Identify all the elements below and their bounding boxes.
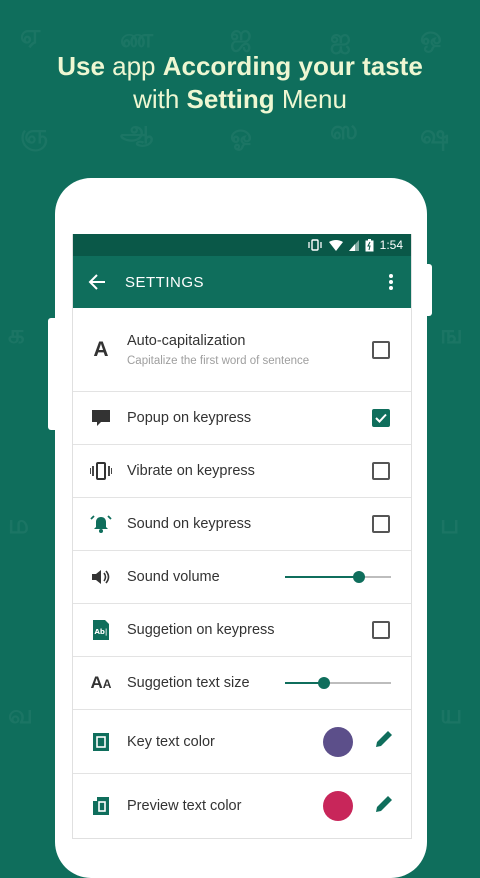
headline-word: app: [104, 51, 163, 81]
text-size-icon: AA: [75, 673, 127, 693]
setting-label: Preview text color: [127, 798, 242, 814]
slider-knob[interactable]: [318, 677, 330, 689]
setting-label: Sound on keypress: [127, 516, 252, 532]
wifi-icon: [328, 239, 343, 251]
app-bar: SETTINGS: [73, 256, 411, 308]
letter-a-icon: A: [75, 338, 127, 362]
key-text-color-swatch[interactable]: [323, 726, 353, 757]
text-size-glyph-large: A: [90, 673, 103, 692]
preview-text-color-swatch[interactable]: [323, 791, 353, 821]
settings-list: A Auto-capitalization Capitalize the fir…: [73, 308, 411, 838]
volume-icon: [75, 569, 127, 585]
setting-key-text-color[interactable]: Key text color: [73, 710, 411, 774]
overflow-menu-button[interactable]: [379, 270, 403, 294]
preview-text-color-icon: [75, 796, 127, 816]
slider-fill: [285, 576, 359, 578]
vibrate-icon: [75, 462, 127, 480]
back-button[interactable]: [73, 256, 121, 308]
suggestion-text-size-slider[interactable]: [285, 673, 391, 693]
pencil-icon: [376, 795, 392, 812]
setting-popup-on-keypress[interactable]: Popup on keypress: [73, 392, 411, 445]
setting-suggestion-on-keypress[interactable]: Ab| Suggetion on keypress: [73, 604, 411, 657]
suggestion-icon: Ab|: [75, 620, 127, 640]
setting-label: Popup on keypress: [127, 410, 252, 426]
status-time: 1:54: [379, 238, 403, 252]
setting-text: Auto-capitalization Capitalize the first…: [127, 333, 351, 367]
vibrate-status-icon: [307, 239, 323, 251]
edit-key-text-color-button[interactable]: [375, 730, 393, 753]
headline-word: Setting: [186, 84, 275, 114]
promo-headline: Use app According your taste with Settin…: [0, 50, 480, 116]
edit-preview-text-color-button[interactable]: [375, 795, 393, 818]
status-bar: 1:54: [73, 234, 411, 256]
vibrate-on-keypress-checkbox[interactable]: [372, 462, 390, 480]
signal-icon: [348, 239, 359, 251]
headline-word: Menu: [274, 84, 347, 114]
suggestion-icon-text: Ab|: [95, 628, 108, 637]
battery-icon: [365, 238, 374, 252]
setting-sound-volume: Sound volume: [73, 551, 411, 604]
letter-a-glyph: A: [93, 337, 109, 361]
sound-volume-slider[interactable]: [285, 567, 391, 587]
headline-word: with: [133, 84, 187, 114]
check-icon: [375, 413, 387, 423]
phone-screen: 1:54 SETTINGS A Auto-capitalization Capi…: [72, 234, 412, 839]
setting-label: Key text color: [127, 733, 215, 750]
setting-auto-capitalization[interactable]: A Auto-capitalization Capitalize the fir…: [73, 308, 411, 392]
setting-suggestion-text-size: AA Suggetion text size: [73, 657, 411, 710]
text-size-glyph-small: A: [102, 677, 112, 691]
pencil-icon: [376, 731, 392, 747]
slider-knob[interactable]: [353, 571, 365, 583]
setting-sound-on-keypress[interactable]: Sound on keypress: [73, 498, 411, 551]
setting-label: Suggetion on keypress: [127, 622, 275, 638]
setting-label: Vibrate on keypress: [127, 463, 255, 479]
bell-ring-icon: [75, 514, 127, 534]
key-text-color-icon: [75, 732, 127, 752]
popup-on-keypress-checkbox[interactable]: [372, 409, 390, 427]
headline-word: According your taste: [162, 51, 423, 81]
arrow-back-icon: [88, 274, 105, 290]
setting-vibrate-on-keypress[interactable]: Vibrate on keypress: [73, 445, 411, 498]
sound-on-keypress-checkbox[interactable]: [372, 515, 390, 533]
setting-preview-text-color[interactable]: Preview text color: [73, 774, 411, 838]
app-bar-title: SETTINGS: [125, 273, 205, 291]
auto-capitalization-checkbox[interactable]: [372, 340, 390, 359]
setting-sublabel: Capitalize the first word of sentence: [127, 354, 310, 367]
setting-label: Auto-capitalization: [127, 332, 246, 349]
popup-icon: [75, 408, 127, 428]
more-vert-icon: [389, 274, 393, 290]
headline-word: Use: [57, 51, 105, 81]
suggestion-on-keypress-checkbox[interactable]: [372, 621, 390, 639]
